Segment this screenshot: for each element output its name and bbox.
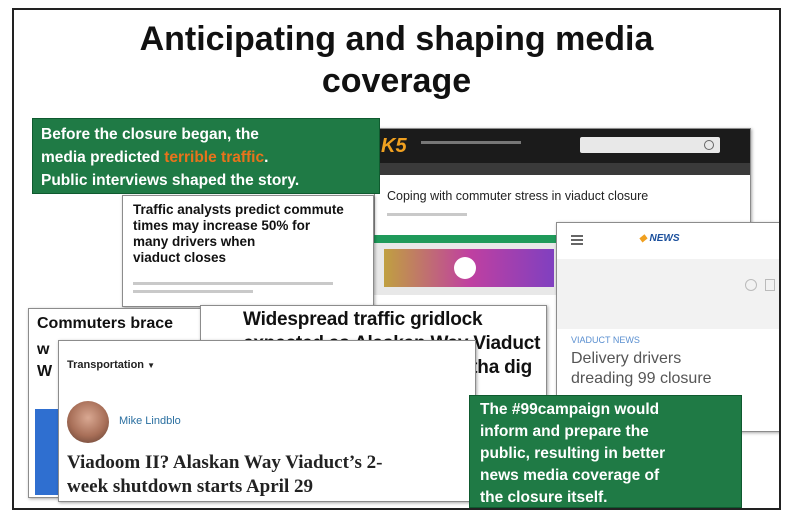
callout-bottom-line2: inform and prepare the	[480, 423, 649, 440]
transportation-article-screenshot: Transportation ▼ Mike Lindblo Viadoom II…	[58, 340, 476, 502]
section-dropdown[interactable]: Transportation ▼	[67, 359, 155, 371]
author-name[interactable]: Mike Lindblo	[119, 415, 181, 427]
search-input[interactable]	[580, 137, 720, 153]
analysts-headline-line4: viaduct closes	[133, 250, 227, 265]
banner-strip	[370, 235, 558, 243]
byline-placeholder	[387, 213, 467, 216]
callout-bottom-line4: news media coverage of	[480, 467, 660, 484]
analysts-headline-line1: Traffic analysts predict commute	[133, 202, 344, 217]
share-icon[interactable]	[745, 279, 757, 291]
analysts-headline: Traffic analysts predict commute times m…	[133, 202, 344, 266]
komo-headline: Delivery drivers dreading 99 closure	[571, 349, 712, 389]
analysts-byline	[133, 282, 333, 285]
analysts-headline-line3: many drivers when	[133, 234, 256, 249]
commuters-headline: Commuters brace	[37, 315, 174, 332]
slide-title-line1: Anticipating and shaping media	[139, 20, 654, 58]
callout-bottom-line1: The #99campaign would	[480, 401, 660, 418]
analysts-byline-2	[133, 290, 253, 293]
komo-headline-line1: Delivery drivers	[571, 350, 682, 367]
komo-hero-image	[557, 259, 779, 329]
section-label: Transportation	[67, 359, 145, 371]
callout-99campaign: The #99campaign would inform and prepare…	[469, 395, 742, 508]
presentation-slide: Anticipating and shaping media coverage …	[12, 8, 781, 510]
transportation-headline-line1: Viadoom II? Alaskan Way Viaduct’s 2-	[67, 452, 383, 473]
king5-header-bar: K5	[375, 129, 750, 163]
header-tagline	[421, 141, 521, 144]
komo-section: VIADUCT NEWS	[571, 335, 640, 345]
king5-nav-bar	[375, 163, 750, 175]
callout-top-line2-prefix: media predicted	[41, 149, 165, 166]
analysts-headline-line2: times may increase 50% for	[133, 218, 311, 233]
callout-bottom-line5: the closure itself.	[480, 489, 608, 506]
callout-highlight: terrible traffic	[164, 149, 265, 166]
menu-icon[interactable]	[571, 235, 583, 245]
callout-top-line2: media predicted terrible traffic.	[41, 146, 379, 169]
slide-title: Anticipating and shaping media coverage	[14, 18, 779, 102]
author-avatar	[67, 401, 109, 443]
callout-top-line1: Before the closure began, the	[41, 126, 259, 143]
komo-logo-text: NEWS	[649, 233, 680, 244]
chevron-down-icon: ▼	[147, 361, 155, 370]
gridlock-headline-line1: Widespread traffic gridlock	[243, 309, 483, 330]
callout-top-line2-suffix: .	[264, 149, 269, 166]
callout-media-prediction: Before the closure began, the media pred…	[32, 118, 380, 194]
commuters-headline-cont: wW	[37, 341, 53, 380]
search-icon[interactable]	[704, 140, 714, 150]
bookmark-icon[interactable]	[765, 279, 775, 291]
video-glow	[454, 257, 476, 279]
komo-logo: ◆ NEWS	[639, 233, 680, 244]
king5-headline: Coping with commuter stress in viaduct c…	[387, 189, 649, 203]
analysts-article-screenshot: Traffic analysts predict commute times m…	[122, 195, 374, 307]
transportation-headline: Viadoom II? Alaskan Way Viaduct’s 2- wee…	[67, 451, 383, 499]
king5-logo: K5	[381, 135, 407, 157]
slide-title-line2: coverage	[321, 62, 472, 100]
callout-bottom-line3: public, resulting in better	[480, 445, 666, 462]
transportation-headline-line2: week shutdown starts April 29	[67, 476, 313, 497]
callout-top-line3: Public interviews shaped the story.	[41, 172, 300, 189]
video-thumbnail	[384, 249, 554, 287]
komo-headline-line2: dreading 99 closure	[571, 370, 712, 387]
video-banner	[370, 235, 558, 295]
